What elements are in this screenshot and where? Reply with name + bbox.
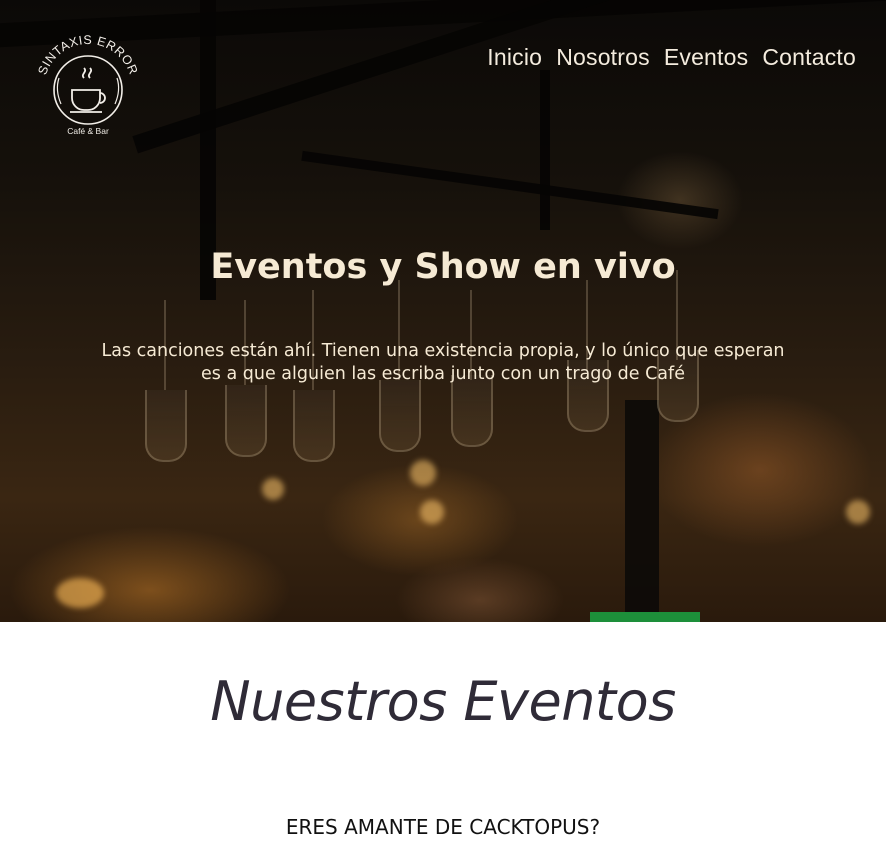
- nav-link-inicio[interactable]: Inicio: [487, 44, 542, 71]
- light-bokeh: [420, 500, 444, 524]
- main-nav: Inicio Nosotros Eventos Contacto: [487, 44, 856, 71]
- nav-link-contacto[interactable]: Contacto: [762, 44, 856, 71]
- light-bokeh: [56, 578, 104, 608]
- logo-name: SINTAXIS ERROR: [35, 33, 140, 77]
- light-bokeh: [262, 478, 284, 500]
- hero-subtitle: Las canciones están ahí. Tienen una exis…: [101, 341, 785, 384]
- nav-link-eventos[interactable]: Eventos: [664, 44, 749, 71]
- logo-tagline: Café & Bar: [67, 126, 109, 136]
- hanging-glass: [145, 390, 187, 462]
- event-title: ERES AMANTE DE CACKTOPUS?: [285, 815, 601, 839]
- tap-handle: [625, 400, 659, 622]
- svg-text:SINTAXIS ERROR: SINTAXIS ERROR: [35, 33, 140, 77]
- brand-logo[interactable]: SINTAXIS ERROR Café & Bar: [32, 28, 144, 140]
- hanging-glass: [293, 390, 335, 462]
- hanging-glass: [379, 380, 421, 452]
- ceiling-beam: [540, 70, 550, 230]
- bar-light-strip: [590, 612, 700, 622]
- hanging-glass: [225, 385, 267, 457]
- light-bokeh: [410, 460, 436, 486]
- section-title: Nuestros Eventos: [210, 670, 676, 733]
- logo-wordmark: SINTAXIS ERROR Café & Bar: [35, 33, 140, 136]
- nav-link-nosotros[interactable]: Nosotros: [556, 44, 650, 71]
- ceiling-beam: [301, 150, 719, 220]
- hero-banner: SINTAXIS ERROR Café & Bar Inicio Nosotro…: [0, 0, 886, 622]
- light-bokeh: [846, 500, 870, 524]
- hero-title: Eventos y Show en vivo: [210, 247, 676, 287]
